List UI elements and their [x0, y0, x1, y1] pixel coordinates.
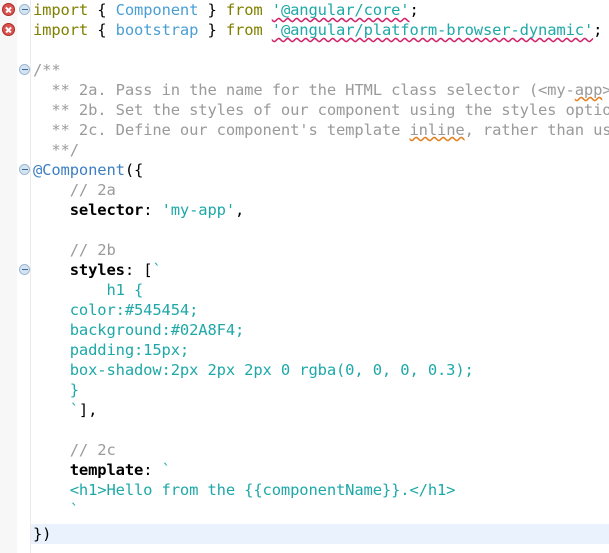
code-token: box-shadow:2px 2px 2px 0 rgba(0, 0, 0, 0… [33, 361, 474, 379]
code-line[interactable]: padding:15px; [31, 340, 190, 360]
code-token: ** 2a. Pass in the name for the HTML cla… [33, 81, 575, 99]
code-line[interactable]: color:#545454; [31, 300, 199, 320]
code-token: } [33, 381, 79, 399]
code-line[interactable]: background:#02A8F4; [31, 320, 245, 340]
code-line[interactable]: **/ [31, 140, 79, 160]
code-token: /** [33, 61, 61, 79]
code-token: // 2b [33, 241, 116, 259]
code-token: ` [33, 501, 79, 519]
code-line[interactable] [31, 40, 33, 60]
code-token: { [97, 1, 116, 19]
code-token: ` [33, 401, 79, 419]
fold-collapse-icon[interactable] [19, 4, 30, 15]
code-line[interactable]: template: ` [31, 460, 171, 480]
code-line[interactable]: ** 2b. Set the styles of our component u… [31, 100, 609, 120]
code-line[interactable]: box-shadow:2px 2px 2px 0 rgba(0, 0, 0, 0… [31, 360, 474, 380]
code-token: // 2c [33, 441, 116, 459]
code-line[interactable]: import { bootstrap } from '@angular/plat… [31, 20, 602, 40]
code-token: '@angular/platform-browser-dynamic' [271, 21, 594, 39]
code-line[interactable]: `], [31, 400, 98, 420]
fold-collapse-icon[interactable] [19, 164, 30, 175]
code-token: } [198, 21, 226, 39]
code-token: ; [593, 21, 603, 39]
code-line[interactable]: }) [31, 524, 609, 544]
code-token: ` [161, 461, 171, 479]
code-line[interactable]: styles: [` [31, 260, 162, 280]
error-badge-icon[interactable] [2, 23, 15, 36]
code-token: padding:15px; [33, 341, 190, 359]
error-badge-icon[interactable] [2, 3, 15, 16]
code-token: // 2a [33, 181, 116, 199]
code-token: color:#545454; [33, 301, 199, 319]
code-line[interactable]: // 2a [31, 180, 116, 200]
code-token: } [198, 1, 226, 19]
code-token: Component [115, 1, 199, 19]
code-content-area[interactable]: import { Component } from '@angular/core… [31, 0, 609, 553]
editor-gutter-strip[interactable] [0, 0, 17, 553]
code-token: ></my-app>) [602, 81, 609, 99]
code-token: '@angular/core' [271, 1, 410, 19]
code-line[interactable]: // 2b [31, 240, 116, 260]
code-token: styles [33, 261, 125, 279]
code-token: template [33, 461, 144, 479]
code-line[interactable]: h1 { [31, 280, 143, 300]
code-token: ; [409, 1, 419, 19]
code-token: <h1>Hello from the {{componentName}}.</h… [33, 481, 456, 499]
code-token: **/ [33, 141, 79, 159]
code-token: ` [152, 261, 162, 279]
code-token: import [33, 21, 98, 39]
code-line[interactable]: ** 2a. Pass in the name for the HTML cla… [31, 80, 609, 100]
code-line[interactable]: import { Component } from '@angular/core… [31, 0, 609, 20]
code-token: : [143, 201, 162, 219]
code-token: background:#02A8F4; [33, 321, 245, 339]
code-token: 'my-app' [161, 201, 236, 219]
code-token: h1 { [33, 281, 144, 299]
code-line[interactable]: <h1>Hello from the {{componentName}}.</h… [31, 480, 456, 500]
code-line[interactable]: ** 2c. Define our component's template i… [31, 120, 609, 140]
code-token: @Component [33, 161, 125, 179]
code-token: , [235, 201, 245, 219]
code-token: selector [33, 201, 144, 219]
code-token: : [143, 461, 162, 479]
code-line[interactable] [31, 420, 33, 440]
fold-collapse-icon[interactable] [19, 64, 30, 75]
code-line[interactable]: ` [31, 500, 79, 520]
code-line[interactable]: @Component({ [31, 160, 143, 180]
code-token: app [574, 81, 603, 99]
code-token: bootstrap [115, 21, 199, 39]
code-line[interactable]: /** [31, 60, 61, 80]
editor-fold-column[interactable] [17, 0, 30, 553]
fold-collapse-icon[interactable] [19, 264, 30, 275]
code-token: ** 2c. Define our component's template [33, 121, 410, 139]
code-token: ], [78, 401, 98, 419]
code-token: { [97, 21, 116, 39]
code-token: : [ [124, 261, 153, 279]
code-line[interactable] [31, 220, 33, 240]
code-token: from [225, 21, 272, 39]
code-token: }) [33, 525, 52, 543]
code-line[interactable]: // 2c [31, 440, 116, 460]
code-token: from [225, 1, 272, 19]
code-token: inline [409, 121, 465, 139]
code-token: ** 2b. Set the styles of our component u… [33, 101, 609, 119]
code-token: , rather than using [464, 121, 609, 139]
code-token: import [33, 1, 98, 19]
code-line[interactable]: } [31, 380, 79, 400]
code-editor[interactable]: import { Component } from '@angular/core… [0, 0, 609, 553]
code-line[interactable]: selector: 'my-app', [31, 200, 245, 220]
code-token: ({ [124, 161, 144, 179]
